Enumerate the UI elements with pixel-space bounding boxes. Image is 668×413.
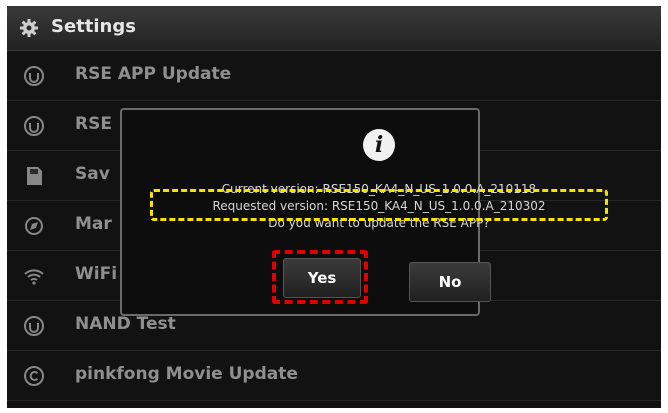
gear-icon [20,19,38,37]
info-icon: i [363,129,395,161]
no-button[interactable]: No [409,262,491,302]
page-title: Settings [51,16,136,37]
header-bar: Settings [7,6,661,51]
yes-button-highlight [272,250,368,304]
requested-version-highlight [150,189,608,221]
